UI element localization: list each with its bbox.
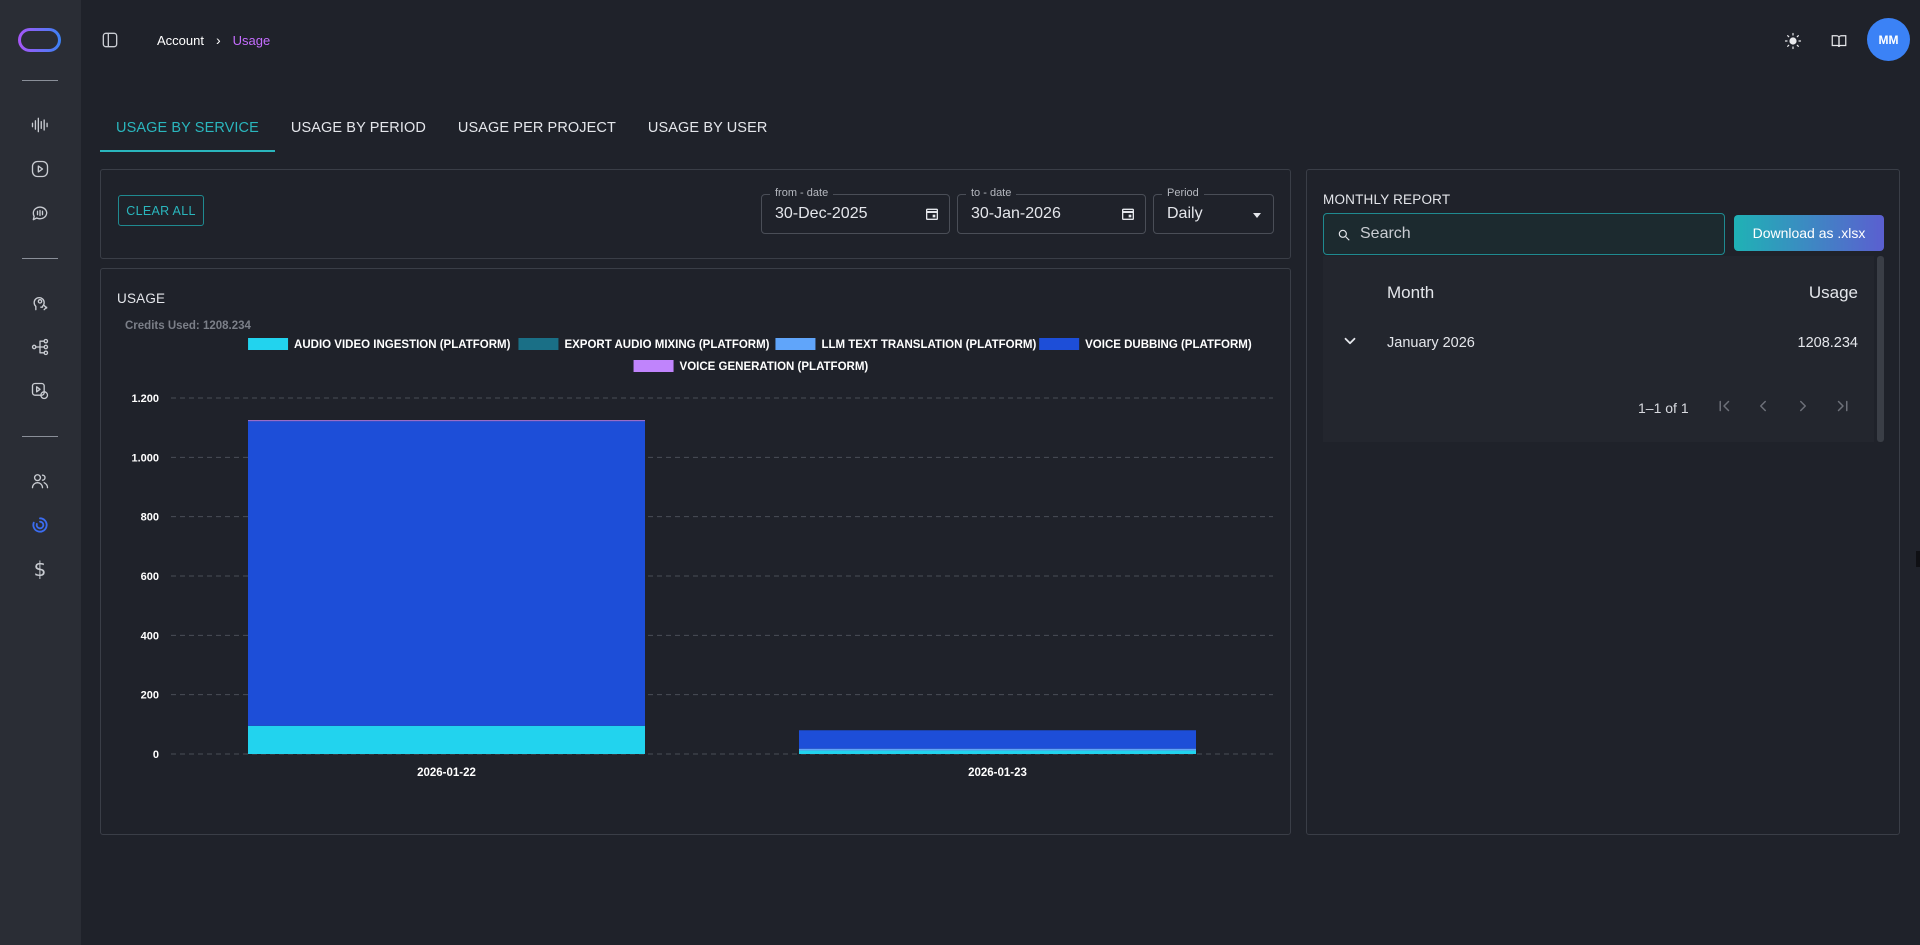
usage-icon[interactable] — [28, 513, 52, 537]
bar-segment — [248, 725, 645, 754]
table-cell-usage: 1208.234 — [1797, 335, 1858, 351]
window-edge — [1916, 551, 1920, 567]
previous-page-icon[interactable] — [1754, 397, 1776, 419]
first-page-icon[interactable] — [1715, 397, 1737, 419]
y-tick-label: 400 — [141, 630, 159, 642]
search-field[interactable] — [1323, 213, 1725, 255]
app-logo[interactable] — [18, 28, 61, 52]
bar-segment — [248, 421, 645, 726]
play-circle-icon[interactable] — [28, 157, 52, 181]
search-icon — [1338, 229, 1350, 241]
legend-swatch — [1039, 338, 1080, 350]
y-tick-label: 1.200 — [131, 393, 159, 405]
x-tick-label: 2026-01-22 — [417, 767, 476, 779]
bar-segment — [248, 420, 645, 422]
calendar-icon[interactable] — [1120, 206, 1136, 222]
legend-swatch — [518, 338, 559, 350]
sidebar: $ — [0, 0, 81, 945]
table-cell-month: January 2026 — [1387, 335, 1475, 351]
sidebar-divider — [22, 258, 58, 259]
sidebar-divider — [22, 436, 58, 437]
breadcrumb-account[interactable]: Account — [157, 33, 204, 48]
bar-segment — [799, 748, 1196, 751]
avatar[interactable]: MM — [1867, 18, 1910, 61]
to-date-label: to - date — [966, 187, 1017, 199]
y-tick-label: 800 — [141, 512, 159, 524]
dollar-icon[interactable]: $ — [28, 557, 52, 581]
tab-bar: USAGE BY SERVICE USAGE BY PERIOD USAGE P… — [100, 108, 783, 152]
caret-down-icon — [1253, 213, 1261, 218]
x-tick-label: 2026-01-23 — [968, 767, 1027, 779]
legend-swatch — [633, 360, 674, 372]
column-header-usage[interactable]: Usage — [1809, 283, 1858, 303]
breadcrumb-current: Usage — [232, 32, 271, 48]
download-xlsx-button[interactable]: Download as .xlsx — [1734, 215, 1884, 251]
pagination-label: 1–1 of 1 — [1638, 400, 1689, 416]
from-date-label: from - date — [770, 187, 834, 199]
chevron-right-icon: › — [215, 32, 221, 48]
expand-row-chevron-icon[interactable] — [1341, 332, 1363, 354]
workflow-icon[interactable] — [28, 335, 52, 359]
search-input[interactable] — [1360, 214, 1720, 254]
chat-bubble-icon[interactable] — [28, 201, 52, 225]
monthly-report-panel: MONTHLY REPORT Download as .xlsx Month U… — [1306, 169, 1900, 835]
bar-segment — [799, 750, 1196, 754]
table-scrollbar[interactable] — [1877, 256, 1884, 442]
tab-usage-by-user[interactable]: USAGE BY USER — [632, 108, 784, 152]
last-page-icon[interactable] — [1834, 397, 1856, 419]
from-date-value: 30-Dec-2025 — [775, 205, 868, 222]
to-date-value: 30-Jan-2026 — [971, 205, 1061, 222]
waveform-icon[interactable] — [28, 113, 52, 137]
legend-label: LLM TEXT TRANSLATION (PLATFORM) — [821, 339, 1036, 351]
tab-usage-by-period[interactable]: USAGE BY PERIOD — [275, 108, 442, 152]
y-tick-label: 0 — [153, 749, 159, 761]
tab-usage-by-service[interactable]: USAGE BY SERVICE — [100, 108, 275, 152]
filters-panel: CLEAR ALL from - date 30-Dec-2025 to - d… — [100, 169, 1291, 259]
y-tick-label: 600 — [141, 571, 159, 583]
users-icon[interactable] — [28, 469, 52, 493]
next-page-icon[interactable] — [1794, 397, 1816, 419]
clear-all-button[interactable]: CLEAR ALL — [118, 195, 204, 226]
legend-label: AUDIO VIDEO INGESTION (PLATFORM) — [294, 339, 511, 351]
usage-panel: USAGE Credits Used: 1208.234 AUDIO VIDEO… — [100, 268, 1291, 835]
breadcrumb: Account › Usage — [157, 32, 270, 48]
y-tick-label: 1.000 — [131, 452, 159, 464]
sidebar-divider — [22, 80, 58, 81]
sidebar-toggle-icon[interactable] — [100, 30, 122, 52]
legend-label: EXPORT AUDIO MIXING (PLATFORM) — [564, 339, 769, 351]
from-date-field[interactable]: from - date 30-Dec-2025 — [761, 187, 950, 234]
column-header-month[interactable]: Month — [1387, 283, 1434, 303]
calendar-icon[interactable] — [924, 206, 940, 222]
period-select[interactable]: Period Daily — [1153, 187, 1274, 234]
legend-label: VOICE DUBBING (PLATFORM) — [1085, 339, 1252, 351]
legend-label: VOICE GENERATION (PLATFORM) — [680, 361, 869, 373]
legend-swatch — [248, 338, 289, 350]
usage-chart: AUDIO VIDEO INGESTION (PLATFORM) EXPORT A… — [131, 338, 1273, 779]
period-label: Period — [1162, 187, 1204, 199]
book-icon[interactable] — [1827, 29, 1851, 53]
legend-swatch — [775, 338, 816, 350]
media-settings-icon[interactable] — [28, 379, 52, 403]
tab-usage-per-project[interactable]: USAGE PER PROJECT — [442, 108, 632, 152]
y-tick-label: 200 — [141, 690, 159, 702]
report-title: MONTHLY REPORT — [1323, 192, 1451, 207]
sun-icon[interactable] — [1781, 29, 1805, 53]
bar-segment — [799, 730, 1196, 749]
voice-profile-icon[interactable] — [28, 291, 52, 315]
to-date-field[interactable]: to - date 30-Jan-2026 — [957, 187, 1146, 234]
report-table: Month Usage January 2026 1208.234 1–1 of… — [1323, 256, 1874, 442]
period-value: Daily — [1167, 205, 1203, 222]
